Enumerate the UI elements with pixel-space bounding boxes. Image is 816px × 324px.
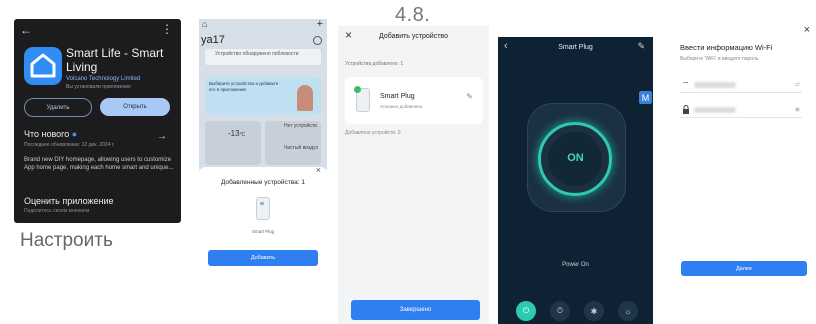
more-options-icon[interactable]: ⋮ [161, 22, 173, 36]
new-dot-icon: ● [71, 129, 78, 139]
tile2-bottom-text: Чистый воздух [284, 145, 319, 151]
settings-tab-icon[interactable]: ✱ [584, 301, 604, 321]
rate-app-subtitle: Поделитесь своим мнением [24, 208, 90, 214]
whats-new-label: Что нового [24, 129, 70, 139]
added-devices-count: Добавленные устройства: 1 [221, 179, 305, 186]
weather-tile[interactable] [205, 121, 261, 165]
step-number: 4.8. [395, 4, 431, 26]
device-status: Успешно добавлено [380, 104, 423, 109]
tile2-top-text: Нет устройств [284, 123, 317, 129]
close-icon[interactable]: × [804, 24, 810, 36]
temperature: -13°C [228, 129, 246, 138]
plus-icon[interactable]: + [317, 19, 323, 30]
install-status: Вы установили приложение [66, 84, 131, 90]
power-tab-icon[interactable]: ⏻ [516, 301, 536, 321]
wifi-name-field[interactable]: ⌔ ⇄ [680, 80, 802, 93]
done-button[interactable]: Завершено [351, 300, 480, 320]
swap-network-icon[interactable]: ⇄ [795, 81, 800, 88]
wifi-name-value [694, 82, 736, 88]
screen-title: Ввести информацию Wi-Fi [680, 43, 773, 52]
app-store-screen: ← ⋮ Smart Life - Smart Living Volcano Te… [14, 19, 181, 223]
schedule-tab-icon[interactable]: ☼ [618, 301, 638, 321]
plug-caption: Smart Plug [251, 229, 275, 234]
check-icon [354, 86, 361, 93]
eye-icon[interactable]: ◉ [795, 106, 800, 113]
update-description: Brand new DIY homepage, allowing users t… [24, 157, 174, 171]
home-screen: ⌂ + ya17 Устройство обнаружено поблизост… [199, 19, 327, 274]
add-button[interactable]: Добавить [208, 250, 318, 266]
wifi-password-field[interactable]: ◉ [680, 105, 802, 118]
open-button[interactable]: Открыть [100, 98, 170, 116]
last-updated: Последнее обновление: 12 дек. 2024 г. [24, 142, 115, 148]
add-device-screen: × Добавить устройство Устройства добавле… [338, 26, 489, 324]
nearby-device-alert[interactable]: Устройство обнаружено поблизости [205, 49, 321, 65]
back-arrow-icon[interactable]: ← [20, 23, 32, 37]
arrow-right-icon[interactable]: → [157, 131, 167, 142]
banner-image [297, 85, 313, 111]
password-value [694, 107, 736, 113]
promo-banner[interactable]: Выберите устройство и добавьте его в при… [205, 77, 321, 115]
added-devices-sheet: × Добавленные устройства: 1 Smart Plug Д… [199, 165, 327, 274]
screen-title: Добавить устройство [379, 33, 448, 40]
device-card[interactable]: Smart Plug Успешно добавлено ✎ [345, 77, 483, 124]
smart-plug-icon [256, 197, 270, 220]
smart-plug-icon [354, 86, 370, 112]
home-icon [30, 53, 56, 78]
added-hint: Устройства добавлено: 1 [345, 61, 404, 67]
screen-title: Smart Plug [558, 44, 593, 51]
uninstall-button[interactable]: Удалить [24, 98, 92, 117]
edit-icon[interactable]: ✎ [466, 92, 473, 101]
power-state: ON [567, 152, 584, 164]
whats-new-heading[interactable]: Что нового ● [24, 129, 77, 139]
device-name: Smart Plug [380, 93, 415, 100]
lock-icon [682, 105, 690, 116]
banner-text: Выберите устройство и добавьте его в при… [209, 81, 279, 92]
home-name[interactable]: ya17 [201, 34, 225, 46]
wifi-icon: ⌔ [682, 80, 690, 89]
app-icon [24, 47, 62, 85]
setup-caption: Настроить [20, 230, 113, 251]
edit-icon[interactable]: ✎ [637, 41, 645, 52]
next-button[interactable]: Далее [681, 261, 807, 276]
rate-app-heading: Оценить приложение [24, 196, 114, 206]
added-count: Добавлено устройств: 0 [345, 130, 401, 136]
developer-link[interactable]: Volcano Technology Limited [66, 76, 140, 82]
app-name: Smart Life - Smart Living [66, 46, 164, 74]
smart-plug-screen: ‹ Smart Plug ✎ ON Power On ⏻ ⏱ ✱ ☼ [498, 37, 653, 324]
timer-tab-icon[interactable]: ⏱ [550, 301, 570, 321]
home-icon[interactable]: ⌂ [202, 19, 207, 29]
app-badge-icon: M [639, 91, 652, 104]
more-icon[interactable] [313, 36, 322, 45]
close-icon[interactable]: × [316, 165, 321, 175]
screen-subtitle: Выберите 'WiFi' и введите пароль [680, 56, 759, 62]
power-status: Power On [562, 262, 589, 268]
wifi-info-screen: × Ввести информацию Wi-Fi Выберите 'WiFi… [666, 24, 816, 304]
